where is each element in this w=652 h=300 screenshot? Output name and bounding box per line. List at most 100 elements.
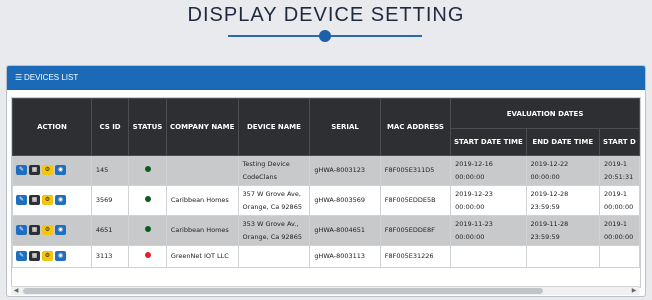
cell-status: [128, 215, 167, 246]
settings-button[interactable]: ⚙: [42, 195, 53, 205]
end-time: 23:59:59: [530, 202, 560, 211]
table-row: ✎ ▦ ⚙ ◉ 4651 Caribbean Homes 353 W Grove Av…: [12, 215, 640, 246]
scroll-left-icon[interactable]: ◀: [11, 287, 21, 295]
devices-table: ACTION CS ID STATUS COMPANY NAME DEVICE …: [12, 98, 640, 268]
device-line1: 353 W Grove Av.,: [242, 219, 299, 228]
cell-company: Caribbean Homes: [165, 185, 239, 216]
cell-start-date: [450, 245, 527, 268]
col-header-cs-id: CS ID: [90, 98, 130, 156]
gear-icon: ⚙: [44, 226, 51, 233]
cell-serial: gHWA-8004651: [309, 215, 381, 246]
view-button[interactable]: ◉: [55, 195, 66, 205]
status-online-dot: [144, 196, 151, 202]
cell-end-date: 2019-11-28 23:59:59: [525, 215, 601, 246]
start-date-2: 2019-1: [604, 159, 628, 168]
edit-button[interactable]: ✎: [16, 165, 27, 175]
cell-device-name: [237, 245, 311, 268]
cell-mac: F8F005EDDE5B: [379, 185, 452, 216]
calendar-button[interactable]: ▦: [29, 251, 40, 261]
start-date: 2019-11-23: [455, 219, 493, 228]
end-time: 23:59:59: [530, 232, 560, 241]
view-button[interactable]: ◉: [55, 251, 66, 261]
panel-header: ☰ DEVICES LIST: [7, 66, 645, 90]
device-line1: Testing Device: [242, 159, 290, 168]
start-time: 00:00:00: [455, 202, 485, 211]
settings-button[interactable]: ⚙: [42, 251, 53, 261]
edit-button[interactable]: ✎: [16, 195, 27, 205]
col-header-device-name: DEVICE NAME: [237, 98, 311, 156]
status-online-dot: [144, 226, 151, 232]
eye-icon: ◉: [57, 252, 64, 259]
start-date-2: 2019-1: [604, 189, 628, 198]
edit-button[interactable]: ✎: [16, 251, 27, 261]
cell-start-date: 2019-12-16 00:00:00: [450, 155, 527, 186]
row-actions: ✎ ▦ ⚙ ◉: [12, 185, 92, 216]
view-button[interactable]: ◉: [55, 225, 66, 235]
cell-serial: gHWA-8003123: [309, 155, 381, 186]
table-row: ✎ ▦ ⚙ ◉ 145 Testing Device CodeClans gHWA-80…: [12, 155, 640, 186]
start-time-2: 00:00:00: [604, 202, 634, 211]
cell-start-date: 2019-12-23 00:00:00: [450, 185, 527, 216]
scrollbar-thumb[interactable]: [23, 288, 543, 294]
view-button[interactable]: ◉: [55, 165, 66, 175]
eye-icon: ◉: [57, 196, 64, 203]
start-time: 00:00:00: [455, 172, 485, 181]
start-date: 2019-12-16: [455, 159, 493, 168]
settings-button[interactable]: ⚙: [42, 225, 53, 235]
end-date: 2019-12-22: [530, 159, 569, 168]
page-title: DISPLAY DEVICE SETTING: [187, 4, 465, 26]
end-date: 2019-12-28: [530, 189, 569, 198]
cell-company: [165, 155, 239, 186]
title-divider-dot: [319, 30, 331, 42]
scroll-right-icon[interactable]: ▶: [629, 287, 639, 295]
panel-title: DEVICES LIST: [24, 73, 79, 82]
cell-start-date: 2019-11-23 00:00:00: [450, 215, 527, 246]
edit-icon: ✎: [18, 226, 25, 233]
start-time-2: 00:00:00: [604, 232, 634, 241]
devices-table-container[interactable]: ACTION CS ID STATUS COMPANY NAME DEVICE …: [11, 97, 641, 288]
col-header-start-date-partial: START D: [599, 128, 640, 156]
cell-start-date-2: [599, 245, 640, 268]
col-header-evaluation-dates: EVALUATION DATES: [450, 98, 640, 129]
gear-icon: ⚙: [44, 252, 51, 259]
cell-device-name: 357 W Grove Ave, Orange, Ca 92865: [237, 185, 311, 216]
cell-cs-id: 4651: [90, 215, 130, 246]
cell-cs-id: 3113: [90, 245, 130, 268]
cell-start-date-2: 2019-1 00:00:00: [599, 215, 640, 246]
cell-end-date: [525, 245, 601, 268]
col-header-end-date-time: END DATE TIME: [525, 128, 601, 156]
start-date-2: 2019-1: [604, 219, 628, 228]
cell-status: [128, 155, 167, 186]
col-header-serial: SERIAL: [309, 98, 381, 156]
calendar-icon: ▦: [31, 196, 38, 203]
cell-company: Caribbean Homes: [165, 215, 239, 246]
cell-cs-id: 145: [90, 155, 130, 186]
eye-icon: ◉: [57, 166, 64, 173]
table-row: ✎ ▦ ⚙ ◉ 3113 GreenNet IOT LLC gHWA-8003113 …: [12, 245, 640, 268]
device-line2: Orange, Ca 92865: [242, 202, 302, 211]
calendar-icon: ▦: [31, 252, 38, 259]
cell-start-date-2: 2019-1 00:00:00: [599, 185, 640, 216]
device-line2: Orange, Ca 92865: [242, 232, 302, 241]
edit-icon: ✎: [18, 196, 25, 203]
end-time: 00:00:00: [530, 172, 560, 181]
devices-panel: ☰ DEVICES LIST ACTION CS ID STATUS COMPAN…: [6, 65, 646, 297]
edit-button[interactable]: ✎: [16, 225, 27, 235]
horizontal-scrollbar[interactable]: ◀ ▶: [11, 286, 639, 295]
cell-serial: gHWA-8003113: [309, 245, 381, 268]
calendar-icon: ▦: [31, 166, 38, 173]
row-actions: ✎ ▦ ⚙ ◉: [12, 215, 92, 246]
device-line1: 357 W Grove Ave,: [242, 189, 301, 198]
calendar-button[interactable]: ▦: [29, 225, 40, 235]
end-date: 2019-11-28: [530, 219, 569, 228]
cell-device-name: 353 W Grove Av., Orange, Ca 92865: [237, 215, 311, 246]
calendar-button[interactable]: ▦: [29, 195, 40, 205]
calendar-button[interactable]: ▦: [29, 165, 40, 175]
col-header-start-date-time: START DATE TIME: [450, 128, 527, 156]
cell-mac: F8F005EDDE8F: [379, 215, 452, 246]
status-online-dot: [144, 166, 151, 172]
col-header-status: STATUS: [128, 98, 167, 156]
settings-button[interactable]: ⚙: [42, 165, 53, 175]
start-date: 2019-12-23: [455, 189, 493, 198]
col-header-company-name: COMPANY NAME: [165, 98, 239, 156]
